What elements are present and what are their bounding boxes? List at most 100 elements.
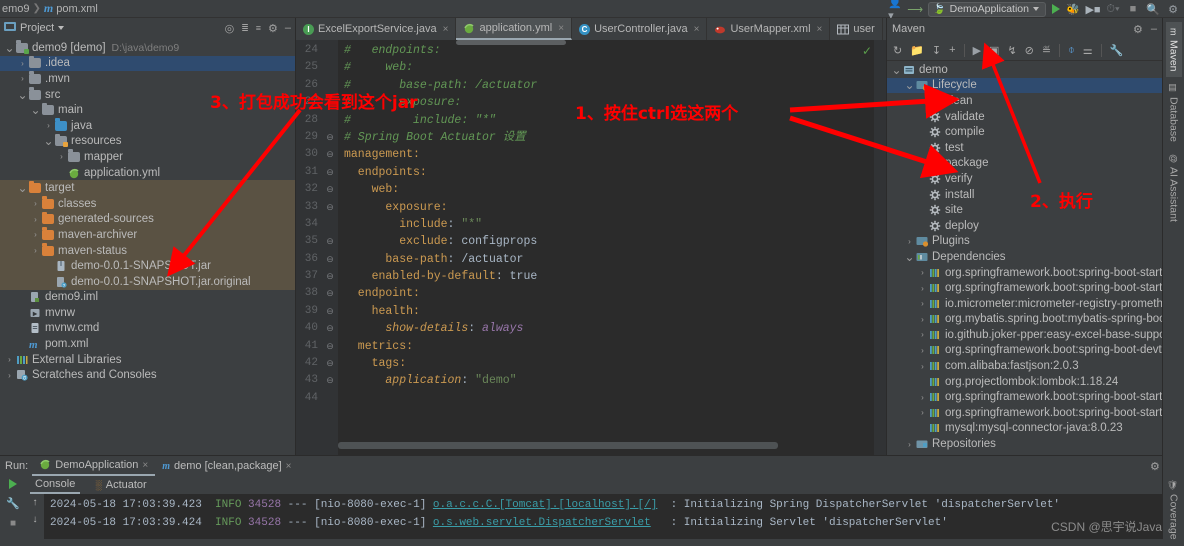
debug-icon[interactable]: 🐝 (1066, 2, 1080, 16)
chevron-right-icon[interactable]: › (917, 362, 928, 371)
chevron-down-icon[interactable]: ⌄ (30, 104, 41, 116)
maven-tree-row[interactable]: › org.springframework.boot:spring-boot-st… (887, 265, 1162, 281)
code-folding-gutter[interactable]: ⊖ ⊖ ⊖ ⊖ ⊖ ⊖ ⊖ ⊖ ⊖ ⊖ ⊖ ⊖ ⊖ ⊖ (322, 40, 338, 455)
project-tree-row[interactable]: ⌄ target (0, 180, 295, 196)
fold-collapse-icon[interactable]: ⊖ (322, 338, 338, 355)
chevron-down-icon[interactable] (58, 26, 65, 30)
maven-tree[interactable]: ⌄ demo ⌄ Lifecycle clean validate compile test p… (887, 61, 1162, 455)
expand-all-icon[interactable]: ≣ (241, 23, 249, 34)
breadcrumb-file[interactable]: pom.xml (56, 3, 98, 15)
chevron-right-icon[interactable]: › (904, 440, 915, 449)
maven-tree-row[interactable]: clean (887, 93, 1162, 109)
maven-tree-row[interactable]: › org.springframework.boot:spring-boot-st… (887, 280, 1162, 296)
chevron-right-icon[interactable]: › (30, 230, 41, 239)
editor-horizontal-scrollbar-top[interactable] (456, 40, 566, 45)
project-tree-row[interactable]: demo9.iml (0, 290, 295, 306)
fold-collapse-icon[interactable]: ⊖ (322, 233, 338, 250)
code-editor[interactable]: 24 25 26 27 28 29 30 31 32 33 34 35 36 37 38 39 40 41 42 43… (296, 40, 886, 455)
right-tab-maven[interactable]: m Maven (1165, 22, 1182, 78)
project-tree-row[interactable]: › .mvn (0, 71, 295, 87)
fold-collapse-icon[interactable]: ⊖ (322, 164, 338, 181)
maven-tree-row[interactable]: site (887, 202, 1162, 218)
inspection-ok-icon[interactable]: ✓ (862, 44, 872, 58)
maven-tree-row[interactable]: deploy (887, 218, 1162, 234)
settings-icon[interactable]: ⚙ (1150, 460, 1160, 473)
fold-collapse-icon[interactable]: ⊖ (322, 181, 338, 198)
settings-wrench-icon[interactable]: 🔧 (6, 497, 20, 510)
profiler-icon[interactable]: ⌽ (1068, 44, 1075, 57)
maven-tree-row[interactable]: ⌄ Lifecycle (887, 77, 1162, 94)
chevron-right-icon[interactable]: › (904, 237, 915, 246)
chevron-down-icon[interactable]: ⌄ (904, 251, 915, 263)
breadcrumb-project[interactable]: emo9 (2, 3, 30, 15)
chevron-right-icon[interactable]: › (4, 371, 15, 380)
settings-icon[interactable]: ⚙ (1166, 2, 1180, 16)
execute-goal-icon[interactable]: ▣ (989, 44, 999, 57)
show-diagram-icon[interactable]: ⚌ (1083, 44, 1093, 57)
project-tree-row[interactable]: m pom.xml (0, 336, 295, 352)
maven-tree-row[interactable]: › Repositories (887, 436, 1162, 452)
chevron-right-icon[interactable]: › (30, 199, 41, 208)
chevron-down-icon[interactable]: ⌄ (17, 89, 28, 101)
breadcrumb[interactable]: emo9 ❯ m pom.xml (0, 1, 98, 16)
chevron-right-icon[interactable]: › (30, 246, 41, 255)
fold-collapse-icon[interactable]: ⊖ (322, 372, 338, 389)
close-icon[interactable]: × (817, 24, 823, 35)
chevron-right-icon[interactable]: › (917, 346, 928, 355)
project-tree-row[interactable]: › .idea (0, 55, 295, 72)
chevron-right-icon[interactable]: › (56, 152, 67, 161)
maven-tree-row[interactable]: › org.springframework.boot:spring-boot-st… (887, 405, 1162, 421)
fold-collapse-icon[interactable]: ⊖ (322, 146, 338, 163)
run-configuration-selector[interactable]: 🍃 DemoApplication (928, 1, 1046, 17)
user-avatar-icon[interactable]: 👤▾ (888, 0, 902, 22)
project-tree-row[interactable]: › maven-status (0, 242, 295, 259)
fold-collapse-icon[interactable]: ⊖ (322, 285, 338, 302)
close-icon[interactable]: × (286, 461, 292, 472)
run-tab-list[interactable]: DemoApplication × m demo [clean,package] × (32, 456, 298, 476)
close-icon[interactable]: × (142, 460, 148, 471)
project-tree-row[interactable]: › classes (0, 195, 295, 212)
maven-tree-row[interactable]: › io.github.joker-pper:easy-excel-base-su… (887, 327, 1162, 343)
run-with-coverage-icon[interactable]: ▶■ (1085, 2, 1100, 16)
editor-tab[interactable]: I ExcelExportService.java × (296, 18, 457, 40)
maven-tree-row[interactable]: test (887, 140, 1162, 156)
console-sub-tab[interactable]: Console (30, 476, 81, 494)
chevron-right-icon[interactable]: › (17, 74, 28, 83)
search-icon[interactable]: 🔍 (1146, 2, 1160, 16)
editor-tab[interactable]: application.yml × (456, 18, 573, 40)
maven-tree-row[interactable]: › io.micrometer:micrometer-registry-prome… (887, 296, 1162, 312)
project-tree-row[interactable]: › maven-archiver (0, 227, 295, 243)
project-tree-row[interactable]: mvnw.cmd (0, 321, 295, 337)
fold-collapse-icon[interactable]: ⊖ (322, 199, 338, 216)
chevron-right-icon[interactable]: › (917, 299, 928, 308)
close-icon[interactable]: × (443, 24, 449, 35)
editor-tab[interactable]: user (830, 18, 883, 40)
project-tree-row[interactable]: ⌄ src (0, 87, 295, 103)
code-content[interactable]: # endpoints: # web: # base-path: /actuator… (338, 40, 886, 455)
chevron-down-icon[interactable]: ⌄ (17, 182, 28, 194)
settings-icon[interactable]: ⚙ (268, 22, 278, 35)
project-tree-row[interactable]: › mapper (0, 149, 295, 165)
maven-tree-row[interactable]: › org.springframework.boot:spring-boot-de… (887, 343, 1162, 359)
chevron-right-icon[interactable]: › (917, 393, 928, 402)
fold-collapse-icon[interactable]: ⊖ (322, 129, 338, 146)
maven-toolbar[interactable]: ↻ 📁 ↧ + ▶ ▣ ↯ ⊘ ≝ ⌽ ⚌ 🔧 (887, 40, 1162, 61)
editor-tab[interactable]: C UserController.java × (572, 18, 708, 40)
profiler-icon[interactable]: ⏱▾ (1106, 2, 1120, 16)
collapse-all-icon[interactable]: ≡ (256, 23, 261, 33)
maven-tree-row[interactable]: ⌄ demo (887, 62, 1162, 78)
chevron-down-icon[interactable]: ⌄ (43, 135, 54, 147)
editor-horizontal-scrollbar[interactable] (338, 442, 778, 449)
reload-icon[interactable]: ↻ (893, 44, 902, 57)
right-tab-coverage[interactable]: 🛡 Coverage (1166, 473, 1182, 546)
maven-tree-row[interactable]: › com.alibaba:fastjson:2.0.3 (887, 358, 1162, 374)
maven-tree-row[interactable]: org.projectlombok:lombok:1.18.24 (887, 374, 1162, 390)
toggle-skip-tests-icon[interactable]: ↯ (1007, 44, 1016, 57)
maven-tree-row[interactable]: verify (887, 171, 1162, 187)
project-tree-row[interactable]: ⌄ main (0, 102, 295, 118)
chevron-right-icon[interactable]: › (17, 59, 28, 68)
run-icon[interactable] (1052, 4, 1060, 14)
settings-icon[interactable]: ⚙ (1133, 23, 1143, 36)
hide-icon[interactable]: – (1151, 23, 1157, 36)
editor-marker-bar[interactable] (874, 40, 886, 455)
